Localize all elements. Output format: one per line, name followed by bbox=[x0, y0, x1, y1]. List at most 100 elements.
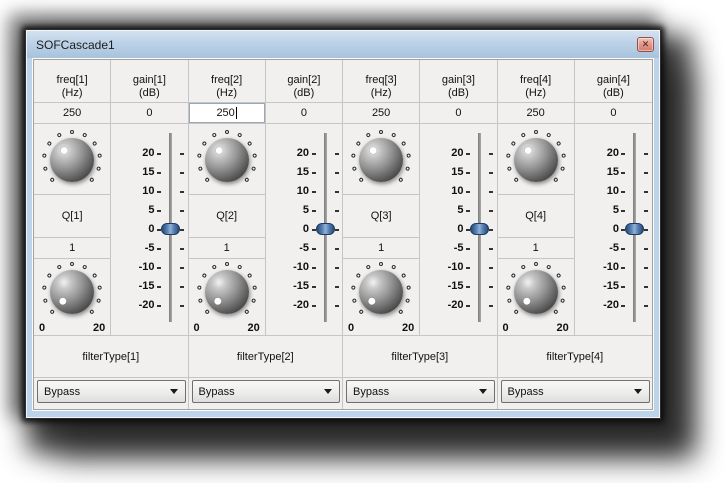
tick-mark bbox=[466, 210, 471, 212]
tick-mark bbox=[311, 248, 316, 250]
knob-tick bbox=[42, 166, 49, 172]
slider-scale-label: 10 bbox=[451, 185, 464, 197]
tick-mark bbox=[643, 229, 648, 231]
tick-mark bbox=[157, 267, 162, 269]
slider-scale-label: -20 bbox=[138, 299, 155, 311]
gain2-slider[interactable]: 20 15 10 5 0 -5 -10 -15 -20 bbox=[265, 124, 343, 336]
filtertype2-dropdown[interactable]: Bypass bbox=[191, 380, 340, 403]
close-icon[interactable]: ✕ bbox=[637, 37, 654, 52]
freq3-header: freq[3] (Hz) bbox=[343, 60, 421, 103]
knob-tick bbox=[224, 262, 229, 266]
freq1-value-field[interactable]: 250 bbox=[34, 103, 112, 124]
knob-tick bbox=[545, 132, 552, 138]
tick-mark bbox=[334, 305, 339, 307]
knob-tick bbox=[96, 166, 102, 172]
slider-scale-row: 20 bbox=[420, 144, 496, 163]
knob-tick bbox=[196, 285, 202, 290]
knob-tick bbox=[56, 264, 63, 270]
freq2-value-field[interactable]: 250 bbox=[188, 103, 266, 124]
tick-mark bbox=[466, 248, 471, 250]
knob-tick bbox=[197, 298, 203, 304]
filtertype1-dropdown[interactable]: Bypass bbox=[37, 380, 186, 403]
filtertype4-dropdown[interactable]: Bypass bbox=[500, 380, 650, 403]
q4-value-field[interactable]: 1 bbox=[497, 238, 574, 259]
tick-mark bbox=[620, 210, 625, 212]
tick-mark bbox=[334, 172, 339, 174]
knob-tick bbox=[42, 298, 49, 304]
q3-value-field[interactable]: 1 bbox=[343, 238, 420, 259]
knob-tick bbox=[555, 140, 562, 147]
slider-scale-row: 15 bbox=[266, 163, 342, 182]
tick-mark bbox=[334, 210, 339, 212]
gain2-value-field[interactable]: 0 bbox=[265, 103, 343, 124]
knob-ball[interactable] bbox=[204, 138, 249, 182]
knob-ball[interactable] bbox=[359, 270, 404, 314]
knob-ball[interactable] bbox=[50, 138, 95, 182]
knob-ball[interactable] bbox=[204, 270, 249, 314]
q1-value-field[interactable]: 1 bbox=[34, 238, 111, 259]
knob-ball[interactable] bbox=[513, 270, 558, 314]
filtertype3-dropdown[interactable]: Bypass bbox=[346, 380, 495, 403]
gain4-slider[interactable]: 20 15 10 5 0 -5 -10 -15 -20 bbox=[574, 124, 652, 336]
knob-tick bbox=[406, 285, 412, 290]
q1-label: Q[1] bbox=[34, 195, 111, 238]
knob-ball[interactable] bbox=[513, 138, 558, 182]
gain1-value-field[interactable]: 0 bbox=[111, 103, 189, 124]
titlebar[interactable]: SOFCascade1 ✕ bbox=[27, 31, 659, 58]
tick-mark bbox=[180, 229, 185, 231]
knob-tick bbox=[203, 308, 210, 315]
slider-scale-label: -15 bbox=[603, 280, 619, 292]
knob-tick bbox=[46, 272, 53, 279]
slider-scale-label: 0 bbox=[612, 223, 619, 235]
knob-tick bbox=[533, 262, 538, 266]
gain1-slider[interactable]: 20 15 10 5 0 -5 -10 -15 -20 bbox=[111, 124, 189, 336]
slider-scale-label: -10 bbox=[603, 261, 619, 273]
knob-tick bbox=[365, 132, 372, 138]
slider-scale-label: 15 bbox=[142, 166, 155, 178]
slider-scale-row: 20 bbox=[266, 144, 342, 163]
freq4-value-field[interactable]: 250 bbox=[497, 103, 575, 124]
filtertype3-dd-cell: Bypass bbox=[343, 378, 498, 409]
slider-scale-label: 5 bbox=[612, 204, 619, 216]
tick-mark bbox=[157, 286, 162, 288]
knob-tick bbox=[201, 140, 207, 147]
filtertype4-label: filterType[4] bbox=[497, 336, 652, 378]
gain3-value-field[interactable]: 0 bbox=[420, 103, 498, 124]
filtertype1-dd-cell: Bypass bbox=[34, 378, 189, 409]
slider-scale-label: 0 bbox=[302, 223, 309, 235]
knob-ball[interactable] bbox=[50, 270, 95, 314]
freq3-value-field[interactable]: 250 bbox=[343, 103, 421, 124]
chevron-down-icon bbox=[169, 389, 178, 394]
knob-tick bbox=[505, 153, 511, 158]
slider-scale-row: 15 bbox=[111, 163, 187, 182]
tick-mark bbox=[157, 210, 162, 212]
gain3-slider[interactable]: 20 15 10 5 0 -5 -10 -15 -20 bbox=[420, 124, 498, 336]
slider-scale-label: 0 bbox=[457, 223, 464, 235]
q2-value-field[interactable]: 1 bbox=[188, 238, 265, 259]
slider-scale-label: 10 bbox=[606, 185, 619, 197]
text-caret bbox=[235, 107, 237, 119]
gain4-value-field[interactable]: 0 bbox=[574, 103, 652, 124]
tick-mark bbox=[489, 153, 494, 155]
tick-mark bbox=[643, 153, 648, 155]
filtertype2-label: filterType[2] bbox=[188, 336, 343, 378]
tick-mark bbox=[620, 172, 625, 174]
q3-label: Q[3] bbox=[343, 195, 420, 238]
tick-mark bbox=[643, 191, 648, 193]
tick-mark bbox=[311, 286, 316, 288]
slider-scale-label: 20 bbox=[142, 147, 155, 159]
slider-scale-label: 20 bbox=[451, 147, 464, 159]
q2-knob-cell: 0 20 bbox=[189, 259, 265, 335]
tick-mark bbox=[311, 267, 316, 269]
slider-scale-row: -20 bbox=[266, 296, 342, 315]
slider-scale-row: 10 bbox=[266, 182, 342, 201]
window-title: SOFCascade1 bbox=[36, 37, 115, 52]
knob-ball[interactable] bbox=[359, 138, 404, 182]
tick-mark bbox=[489, 286, 494, 288]
slider-scale-label: 10 bbox=[296, 185, 309, 197]
tick-mark bbox=[620, 248, 625, 250]
knob-tick bbox=[398, 176, 404, 183]
chevron-down-icon bbox=[324, 389, 332, 394]
knob-tick bbox=[351, 166, 358, 172]
slider-scale-row: -15 bbox=[420, 277, 496, 296]
